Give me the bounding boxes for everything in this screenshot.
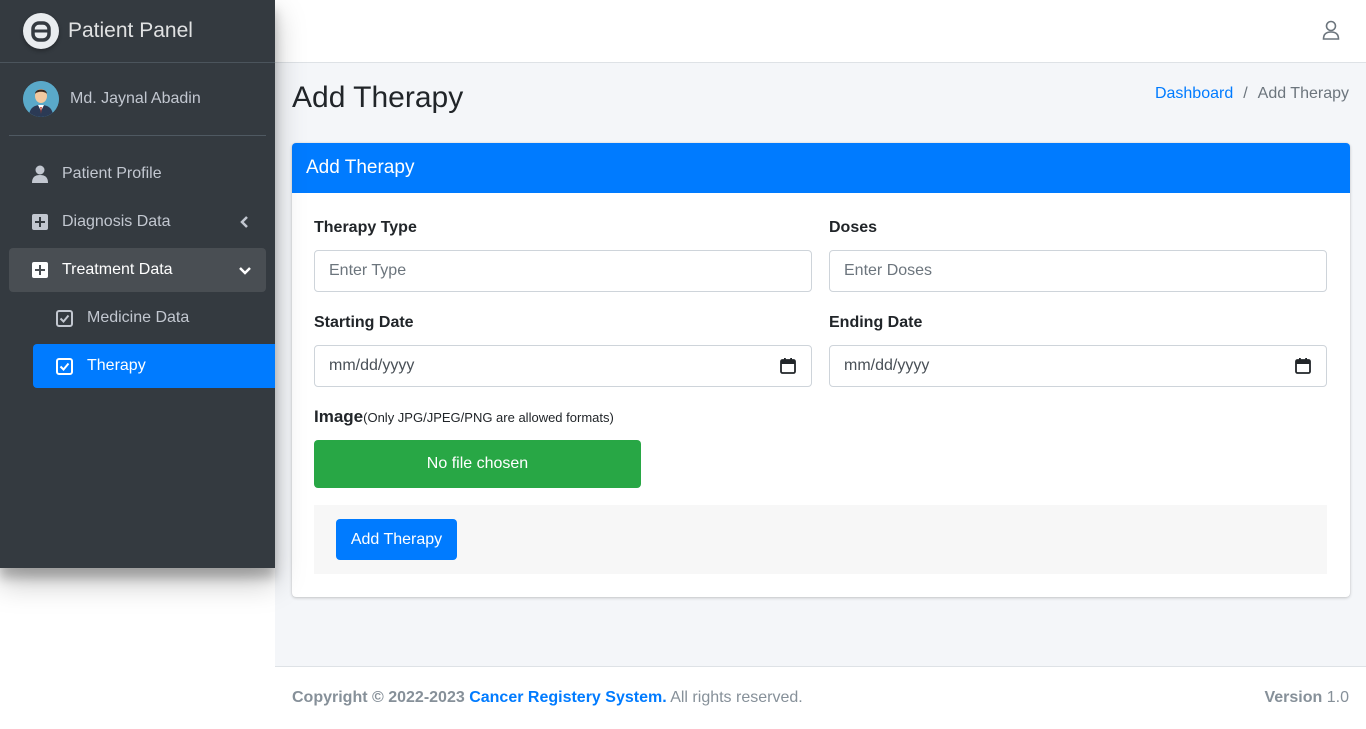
sidebar-item-diagnosis-data[interactable]: Diagnosis Data xyxy=(9,200,266,244)
check-square-icon xyxy=(56,309,74,327)
starting-date-label: Starting Date xyxy=(314,314,414,331)
sidebar-item-label: Diagnosis Data xyxy=(62,213,171,230)
calendar-icon[interactable] xyxy=(780,358,796,374)
add-therapy-card: Add Therapy Therapy Type Enter Type Dose… xyxy=(292,143,1350,597)
doses-label: Doses xyxy=(829,219,878,236)
version: Version 1.0 xyxy=(1264,689,1349,707)
starting-date-input[interactable]: mm/dd/yyyy xyxy=(314,345,812,387)
sidebar-item-therapy[interactable]: Therapy xyxy=(33,344,275,388)
top-navbar xyxy=(275,0,1366,63)
therapy-type-label: Therapy Type xyxy=(314,219,417,236)
starting-date-value: mm/dd/yyyy xyxy=(329,357,415,374)
sidebar-item-label: Medicine Data xyxy=(87,309,190,326)
user-panel[interactable]: Md. Jaynal Abadin xyxy=(9,63,266,136)
rights-text: All rights reserved. xyxy=(670,689,803,706)
copyright-prefix: Copyright © 2022-2023 xyxy=(292,689,465,706)
card-title: Add Therapy xyxy=(292,143,1350,193)
user-icon xyxy=(31,165,49,183)
page-title: Add Therapy xyxy=(292,81,464,114)
chevron-left-icon xyxy=(240,216,248,228)
brand-logo-icon xyxy=(23,13,59,49)
image-label-text: Image xyxy=(314,407,364,426)
doses-input[interactable]: Enter Doses xyxy=(829,250,1327,292)
breadcrumb: Dashboard / Add Therapy xyxy=(1155,85,1349,103)
brand-text: Patient Panel xyxy=(68,19,193,42)
copyright: Copyright © 2022-2023 Cancer Registery S… xyxy=(292,689,803,707)
card-footer: Add Therapy xyxy=(314,505,1327,574)
ending-date-label: Ending Date xyxy=(829,314,923,331)
brand-link[interactable]: Patient Panel xyxy=(0,0,275,63)
chevron-down-icon xyxy=(239,267,251,275)
avatar xyxy=(23,81,59,117)
sidebar-nav: Patient Profile Diagnosis Data Treatment… xyxy=(0,136,275,388)
sidebar-item-label: Patient Profile xyxy=(62,165,162,182)
image-label: Image(Only JPG/JPEG/PNG are allowed form… xyxy=(314,407,614,427)
user-menu-icon[interactable] xyxy=(1322,20,1340,40)
sidebar-item-patient-profile[interactable]: Patient Profile xyxy=(9,152,266,196)
calendar-icon[interactable] xyxy=(1295,358,1311,374)
sidebar: Patient Panel Md. Jaynal Abadin Patient xyxy=(0,0,275,568)
version-value: 1.0 xyxy=(1326,689,1349,706)
version-label: Version xyxy=(1264,689,1323,706)
sidebar-item-label: Therapy xyxy=(87,357,146,374)
plus-square-icon xyxy=(31,261,49,279)
check-square-icon xyxy=(56,357,74,375)
breadcrumb-current: Add Therapy xyxy=(1257,85,1349,102)
breadcrumb-separator: / xyxy=(1243,85,1248,102)
file-upload-button[interactable]: No file chosen xyxy=(314,440,641,488)
sidebar-item-label: Treatment Data xyxy=(62,261,173,278)
breadcrumb-dashboard-link[interactable]: Dashboard xyxy=(1155,85,1233,103)
user-name[interactable]: Md. Jaynal Abadin xyxy=(70,90,201,108)
sidebar-item-treatment-data[interactable]: Treatment Data xyxy=(9,248,266,292)
ending-date-input[interactable]: mm/dd/yyyy xyxy=(829,345,1327,387)
content-wrapper: Add Therapy Dashboard / Add Therapy Add … xyxy=(275,63,1366,666)
footer-brand-link[interactable]: Cancer Registery System. xyxy=(469,689,666,706)
add-therapy-button[interactable]: Add Therapy xyxy=(336,519,457,560)
sidebar-item-medicine-data[interactable]: Medicine Data xyxy=(33,296,275,340)
ending-date-value: mm/dd/yyyy xyxy=(844,357,930,374)
main-footer: Copyright © 2022-2023 Cancer Registery S… xyxy=(275,666,1366,729)
image-format-hint: (Only JPG/JPEG/PNG are allowed formats) xyxy=(363,410,614,425)
therapy-type-input[interactable]: Enter Type xyxy=(314,250,812,292)
plus-square-icon xyxy=(31,213,49,231)
